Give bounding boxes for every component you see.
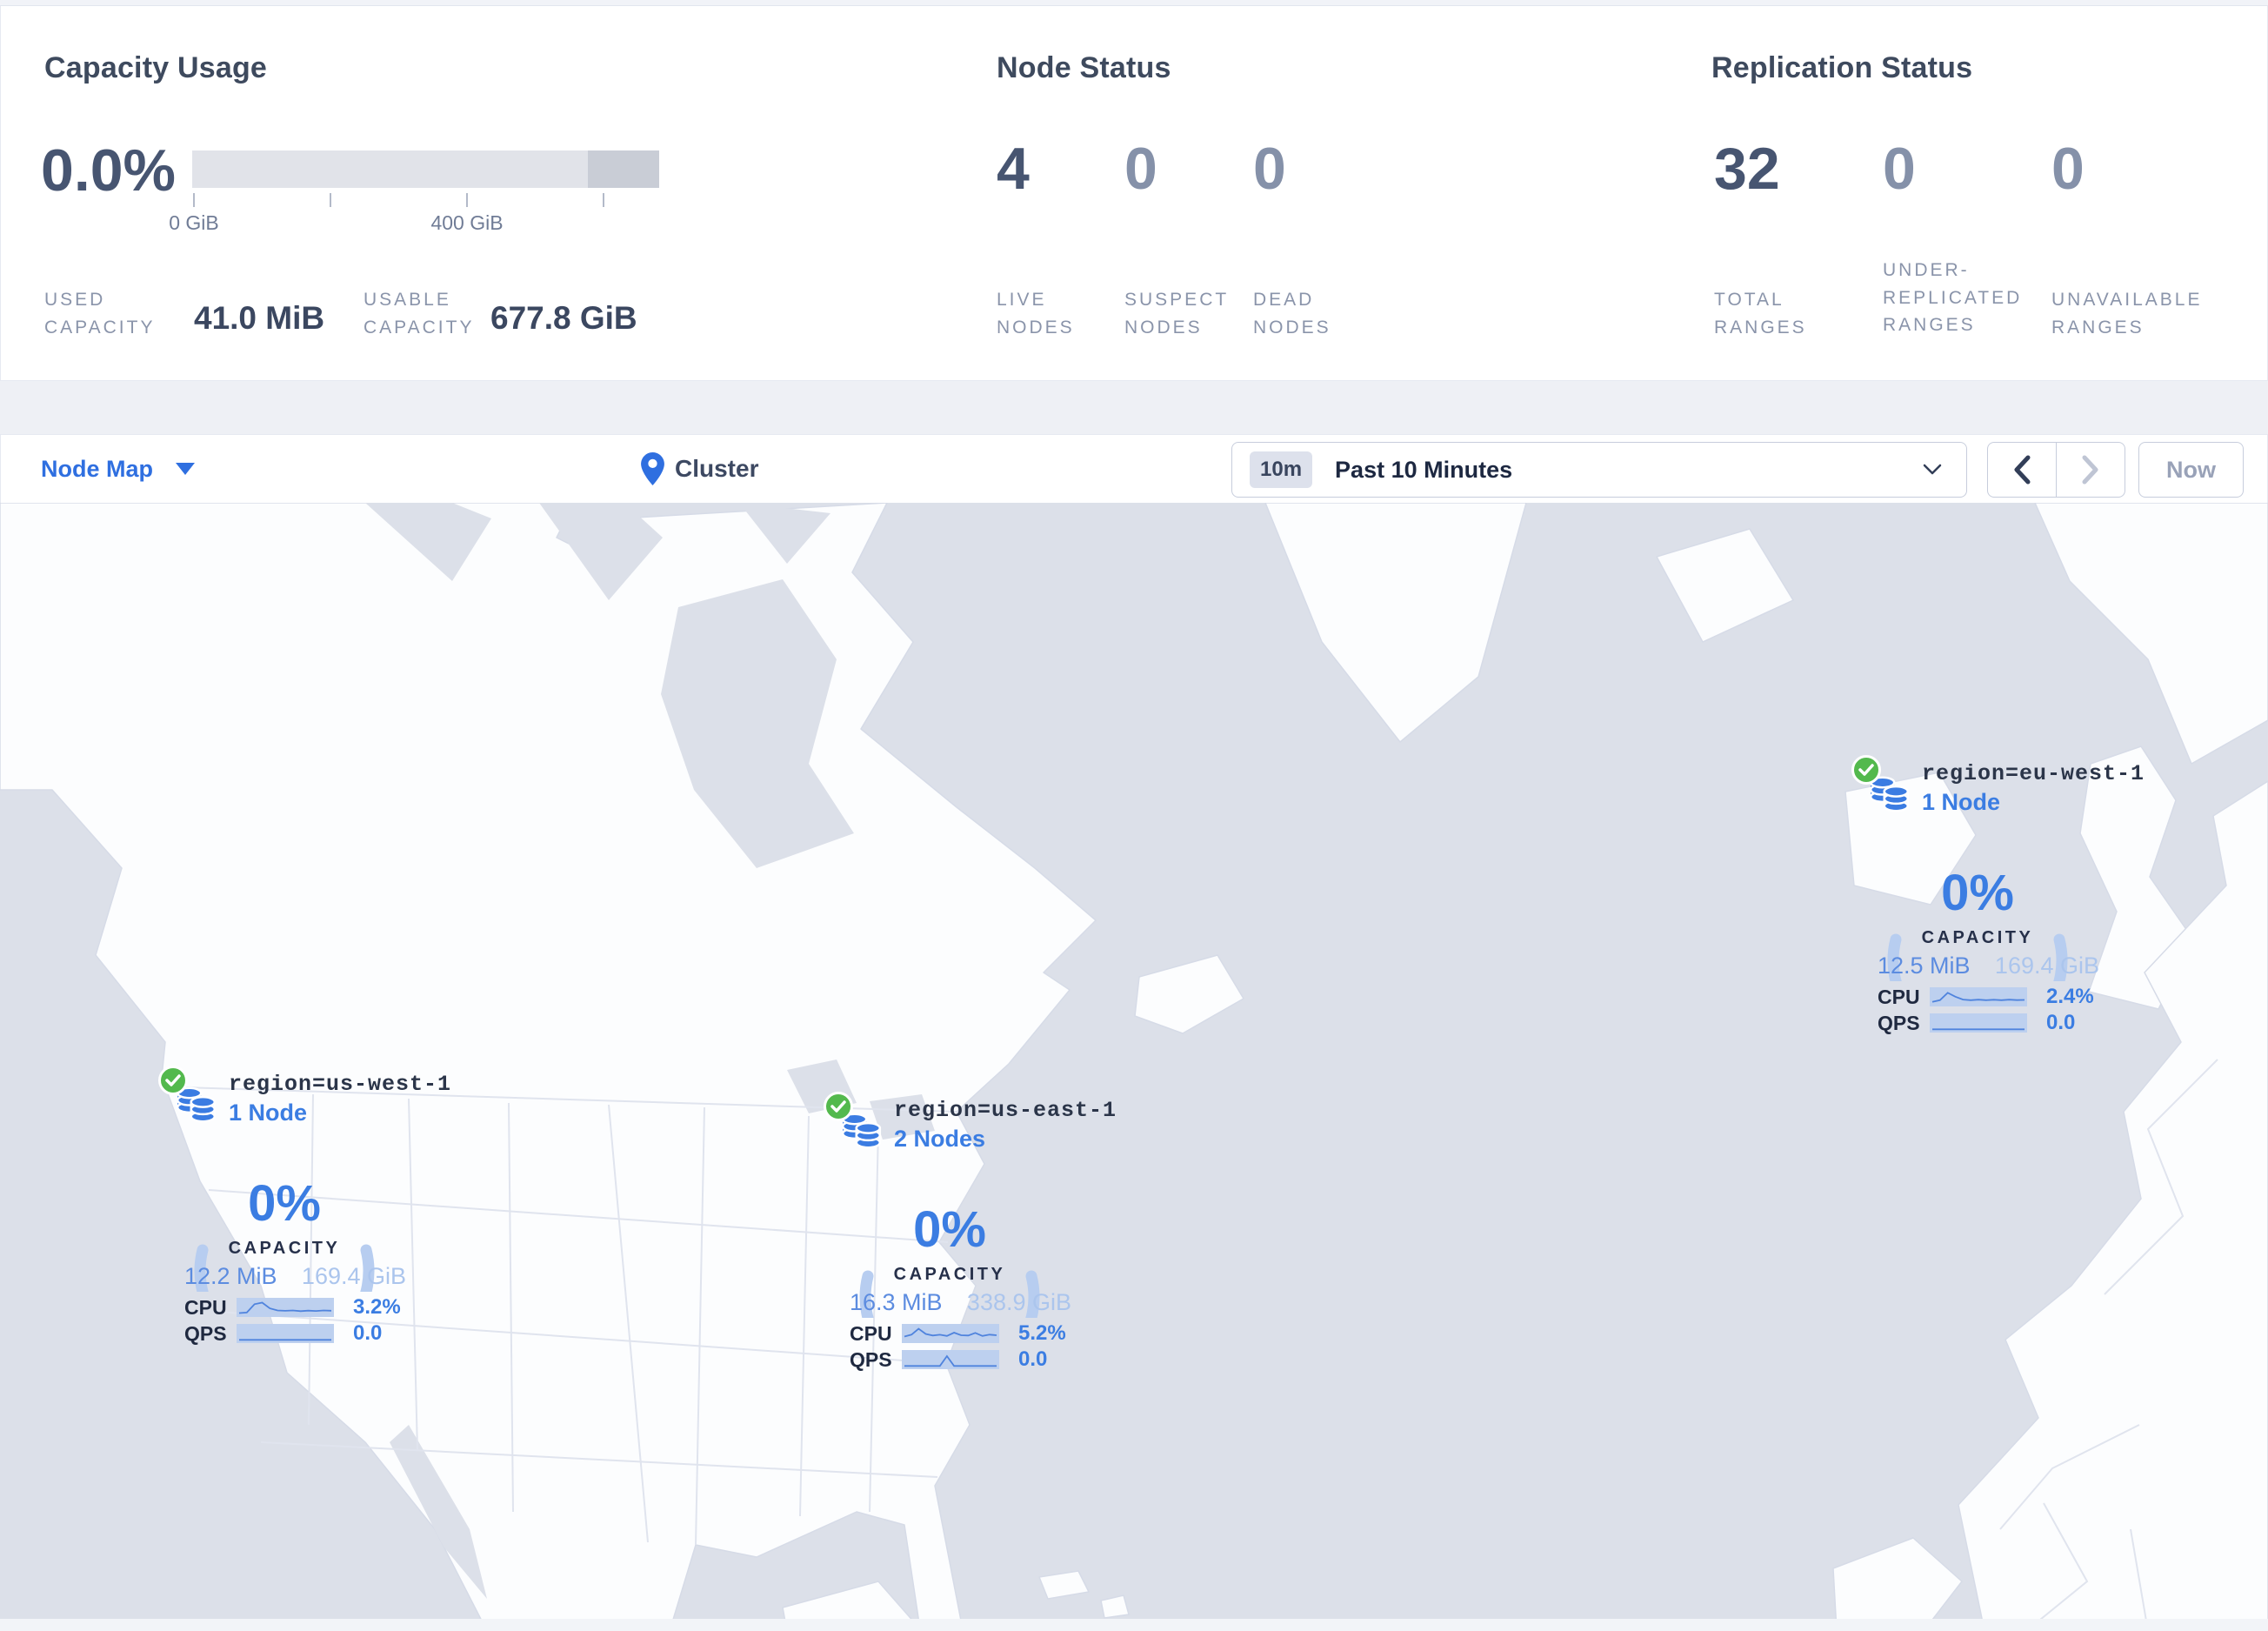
capacity-bar-tick [603, 193, 604, 207]
capacity-usage-bar [192, 150, 659, 188]
usable-capacity-label: USABLE CAPACITY [364, 290, 475, 338]
map-bottom-strip [0, 1619, 2268, 1631]
total-ranges-label: TOTAL RANGES [1714, 290, 1807, 338]
status-ok-icon [824, 1092, 853, 1121]
region-name: region=us-west-1 [229, 1072, 452, 1097]
dead-nodes-label: DEAD NODES [1253, 290, 1331, 338]
live-nodes-label: LIVE NODES [997, 290, 1075, 338]
region-total-capacity: 338.9 GiB [966, 1289, 1071, 1315]
gauge-percent: 0% [1941, 865, 2014, 921]
time-range-label: Past 10 Minutes [1335, 456, 1513, 483]
status-ok-icon [1851, 755, 1881, 785]
region-cpu-row: CPU 3.2% [184, 1295, 401, 1319]
suspect-nodes-count: 0 [1124, 136, 1157, 202]
used-capacity-label: USED CAPACITY [44, 290, 156, 338]
now-button[interactable]: Now [2138, 442, 2244, 498]
region-cpu-row: CPU 2.4% [1878, 985, 2094, 1008]
time-range-badge: 10m [1250, 451, 1313, 488]
cpu-label: CPU [850, 1321, 892, 1345]
unavailable-label: UNAVAILABLE RANGES [2051, 290, 2203, 338]
region-cpu-row: CPU 5.2% [850, 1321, 1066, 1345]
qps-value: 0.0 [353, 1321, 383, 1345]
node-status-title: Node Status [997, 51, 1171, 84]
capacity-bar-tick [466, 193, 468, 207]
qps-label: QPS [1878, 1011, 1920, 1034]
capacity-usage-bar-reserved [588, 150, 659, 188]
qps-sparkline [1930, 1013, 2027, 1033]
time-step-buttons [1987, 442, 2125, 498]
region-total-capacity: 169.4 GiB [1994, 953, 2099, 979]
capacity-bar-tick-label: 0 GiB [169, 211, 219, 234]
time-range-selector[interactable]: 10m Past 10 Minutes [1231, 442, 1967, 498]
prev-time-button[interactable] [1988, 443, 2057, 497]
chevron-down-icon [1923, 464, 1942, 475]
usable-capacity-value: 677.8 GiB [490, 300, 637, 336]
region-qps-row: QPS 0.0 [184, 1321, 383, 1345]
qps-value: 0.0 [2046, 1011, 2076, 1034]
region-qps-row: QPS 0.0 [850, 1347, 1048, 1371]
breadcrumb-label: Cluster [675, 455, 759, 482]
view-selector-label: Node Map [41, 455, 154, 482]
capacity-usage-percent: 0.0% [41, 137, 176, 204]
cpu-value: 5.2% [1018, 1321, 1066, 1345]
region-total-capacity: 169.4 GiB [301, 1263, 406, 1289]
map-toolbar: Node Map Cluster 10m Past 10 Minutes Now [0, 434, 2268, 504]
dead-nodes-count: 0 [1253, 136, 1286, 202]
cpu-sparkline [1930, 987, 2027, 1006]
region-name: region=eu-west-1 [1922, 761, 2145, 786]
cpu-label: CPU [1878, 985, 1920, 1008]
next-time-button[interactable] [2057, 443, 2125, 497]
capacity-bar-tick [193, 193, 195, 207]
cpu-value: 2.4% [2046, 985, 2094, 1008]
qps-label: QPS [850, 1347, 892, 1371]
gauge-capacity-label: CAPACITY [1922, 928, 2034, 947]
under-replicated-count: 0 [1883, 136, 1916, 202]
region-name: region=us-east-1 [894, 1098, 1117, 1123]
total-ranges-count: 32 [1714, 136, 1780, 202]
map-pin-icon [641, 452, 664, 485]
view-selector-dropdown[interactable]: Node Map [41, 435, 196, 503]
cpu-sparkline [237, 1298, 334, 1317]
page-top-strip [0, 0, 2268, 6]
region-qps-row: QPS 0.0 [1878, 1011, 2076, 1034]
region-marker-eu-west-1[interactable]: region=eu-west-1 1 Node 0% CAPACITY 12.5… [1847, 751, 2144, 1051]
node-map-page: Capacity Usage 0.0% 0 GiB 400 GiB USED C… [0, 0, 2268, 1631]
breadcrumb[interactable]: Cluster [641, 435, 758, 503]
gauge-capacity-label: CAPACITY [894, 1265, 1006, 1284]
region-used-capacity: 16.3 MiB [850, 1289, 943, 1315]
qps-sparkline [902, 1350, 999, 1369]
suspect-nodes-label: SUSPECT NODES [1124, 290, 1229, 338]
under-replicated-label: UNDER-REPLICATED RANGES [1883, 260, 2023, 335]
gauge-percent: 0% [248, 1175, 321, 1232]
region-used-capacity: 12.2 MiB [184, 1263, 277, 1289]
cpu-sparkline [902, 1324, 999, 1343]
chevron-down-icon [176, 463, 196, 475]
chevron-right-icon [2082, 455, 2098, 485]
cluster-summary-panel: Capacity Usage 0.0% 0 GiB 400 GiB USED C… [0, 6, 2268, 381]
capacity-bar-tick [330, 193, 331, 207]
capacity-usage-title: Capacity Usage [44, 51, 268, 84]
gauge-percent: 0% [913, 1201, 986, 1258]
status-ok-icon [158, 1066, 188, 1095]
qps-label: QPS [184, 1321, 227, 1345]
chevron-left-icon [2014, 455, 2031, 485]
capacity-bar-tick-label: 400 GiB [430, 211, 504, 234]
qps-value: 0.0 [1018, 1347, 1048, 1371]
used-capacity-value: 41.0 MiB [194, 300, 325, 336]
cpu-label: CPU [184, 1295, 227, 1319]
region-marker-us-west-1[interactable]: region=us-west-1 1 Node 0% CAPACITY 12.2… [154, 1061, 450, 1361]
region-used-capacity: 12.5 MiB [1878, 953, 1971, 979]
live-nodes-count: 4 [997, 136, 1030, 202]
region-marker-us-east-1[interactable]: region=us-east-1 2 Nodes 0% CAPACITY 16.… [819, 1087, 1116, 1387]
replication-status-title: Replication Status [1711, 51, 1973, 84]
cpu-value: 3.2% [353, 1295, 401, 1319]
qps-sparkline [237, 1324, 334, 1343]
unavailable-count: 0 [2051, 136, 2085, 202]
gauge-capacity-label: CAPACITY [229, 1239, 341, 1258]
